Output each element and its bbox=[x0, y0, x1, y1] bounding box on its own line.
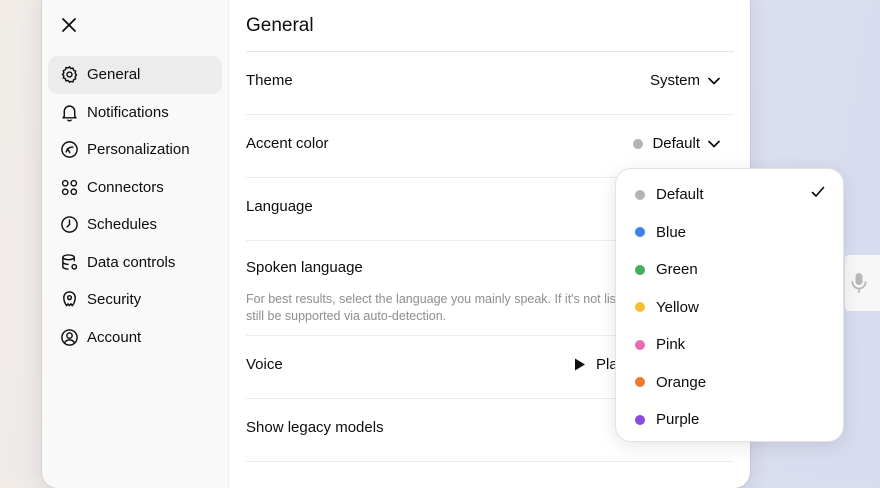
accent-option-pink[interactable]: Pink bbox=[616, 326, 843, 364]
page-title: General bbox=[246, 15, 314, 36]
connectors-icon bbox=[61, 179, 78, 195]
sidebar-item-general[interactable]: General bbox=[48, 56, 222, 94]
sidebar-item-label: Security bbox=[87, 291, 142, 309]
color-dot bbox=[635, 264, 645, 275]
accent-color-select[interactable]: Default bbox=[633, 135, 720, 152]
accent-option-blue[interactable]: Blue bbox=[616, 214, 843, 252]
sidebar-item-account[interactable]: Account bbox=[48, 319, 222, 357]
accent-option-yellow[interactable]: Yellow bbox=[616, 289, 843, 327]
hint-line: still be supported via auto-detection. bbox=[246, 309, 447, 323]
accent-color-dropdown: Default Blue Green Yellow Pink Orange Pu… bbox=[615, 168, 844, 442]
sidebar-item-label: General bbox=[87, 66, 141, 84]
chevron-down-icon bbox=[708, 77, 720, 84]
option-label: Default bbox=[656, 186, 704, 204]
user-circle-icon bbox=[61, 328, 78, 346]
hint-line: For best results, select the language yo… bbox=[246, 292, 620, 306]
accent-color-value: Default bbox=[652, 135, 700, 152]
settings-nav: General Notifications Personalization Co… bbox=[48, 56, 222, 356]
theme-value: System bbox=[649, 72, 700, 89]
accent-color-label: Accent color bbox=[246, 135, 329, 152]
play-voice-button[interactable]: Pla bbox=[574, 356, 618, 373]
theme-select[interactable]: System bbox=[650, 72, 720, 89]
database-icon bbox=[62, 253, 78, 270]
spoken-language-hint: For best results, select the language yo… bbox=[246, 291, 626, 325]
sidebar-item-label: Account bbox=[87, 328, 142, 346]
option-label: Blue bbox=[656, 223, 687, 241]
option-label: Green bbox=[656, 261, 698, 279]
color-dot bbox=[635, 339, 645, 350]
sidebar-item-label: Connectors bbox=[87, 178, 164, 196]
accent-color-swatch bbox=[633, 138, 644, 149]
sidebar-item-label: Schedules bbox=[87, 216, 158, 234]
accent-option-purple[interactable]: Purple bbox=[616, 401, 843, 439]
sidebar-item-label: Data controls bbox=[87, 253, 176, 271]
theme-row: Theme System bbox=[246, 52, 734, 115]
bell-icon bbox=[62, 105, 77, 122]
sidebar-item-notifications[interactable]: Notifications bbox=[48, 94, 222, 132]
language-label: Language bbox=[246, 198, 313, 215]
security-icon bbox=[63, 291, 76, 307]
checkmark-icon bbox=[811, 186, 825, 197]
accent-option-default[interactable]: Default bbox=[616, 176, 843, 214]
legacy-models-label: Show legacy models bbox=[246, 419, 384, 436]
accent-option-green[interactable]: Green bbox=[616, 251, 843, 289]
close-button[interactable] bbox=[56, 12, 82, 38]
option-label: Yellow bbox=[656, 298, 699, 316]
color-dot bbox=[635, 377, 645, 388]
microphone-icon[interactable] bbox=[850, 272, 868, 294]
close-icon bbox=[62, 18, 76, 32]
option-label: Purple bbox=[656, 411, 700, 429]
color-dot bbox=[635, 414, 645, 425]
color-dot bbox=[635, 189, 645, 200]
settings-sidebar: General Notifications Personalization Co… bbox=[42, 0, 229, 488]
play-icon bbox=[575, 358, 585, 371]
color-dot bbox=[635, 227, 645, 238]
sidebar-item-personalization[interactable]: Personalization bbox=[48, 131, 222, 169]
sidebar-item-label: Personalization bbox=[87, 141, 190, 159]
accent-option-orange[interactable]: Orange bbox=[616, 364, 843, 402]
spoken-language-label: Spoken language bbox=[246, 259, 363, 276]
chevron-down-icon bbox=[708, 140, 720, 147]
sidebar-item-security[interactable]: Security bbox=[48, 281, 222, 319]
clock-icon bbox=[61, 216, 78, 234]
sidebar-item-connectors[interactable]: Connectors bbox=[48, 169, 222, 207]
personalization-icon bbox=[61, 141, 78, 159]
voice-label: Voice bbox=[246, 356, 283, 373]
theme-label: Theme bbox=[246, 72, 293, 89]
sidebar-item-data-controls[interactable]: Data controls bbox=[48, 244, 222, 282]
gear-icon bbox=[61, 66, 78, 84]
option-label: Orange bbox=[656, 373, 707, 391]
sidebar-item-schedules[interactable]: Schedules bbox=[48, 206, 222, 244]
color-dot bbox=[635, 302, 645, 313]
option-label: Pink bbox=[656, 336, 686, 354]
sidebar-item-label: Notifications bbox=[87, 103, 169, 121]
